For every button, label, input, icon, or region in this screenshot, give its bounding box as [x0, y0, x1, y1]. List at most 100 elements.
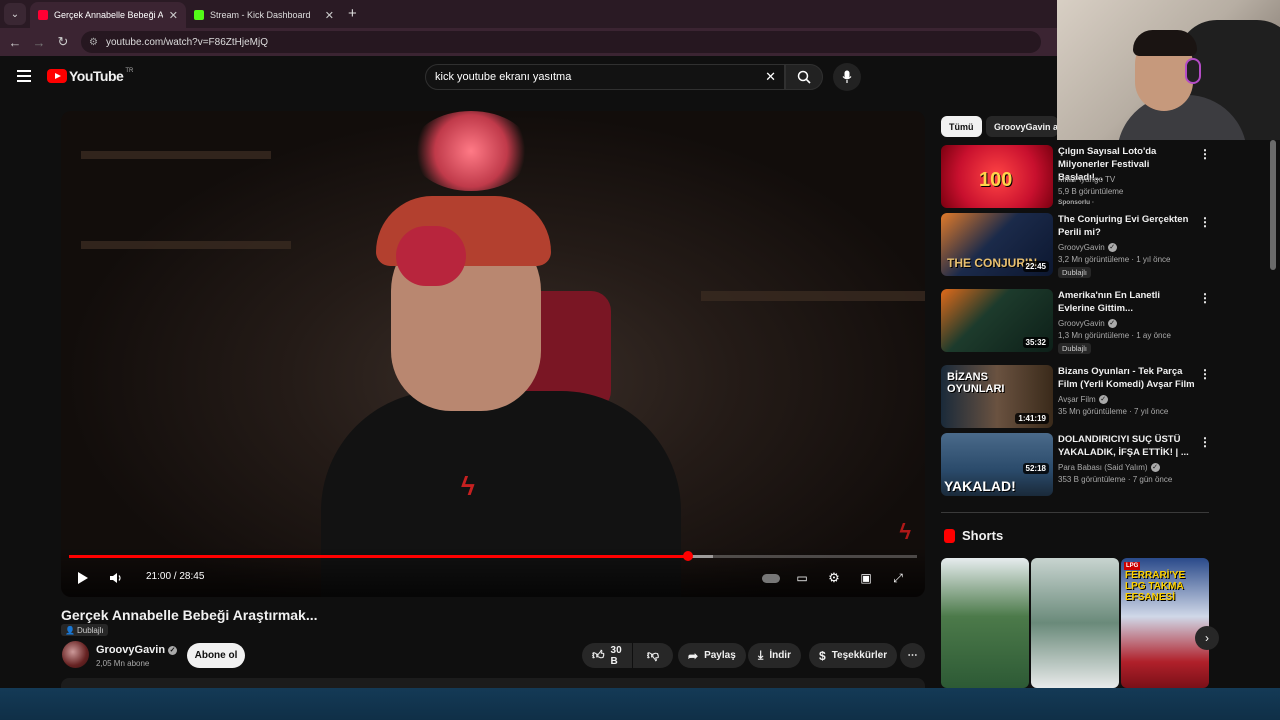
browser-tab-strip: ⌄ Gerçek Annabelle Bebeği Araştı ✕ Strea…: [0, 0, 1057, 28]
video-thumbnail[interactable]: THE CONJURIN 22:45: [941, 213, 1053, 276]
recommendation-channel: Avşar Film: [1058, 395, 1096, 404]
autoplay-toggle[interactable]: [761, 569, 781, 587]
dubbed-badge: Dublajlı: [1058, 267, 1092, 278]
mute-button[interactable]: [107, 569, 125, 587]
more-vertical-icon[interactable]: ⋮: [1199, 435, 1211, 449]
tab-kick-dashboard[interactable]: Stream - Kick Dashboard ✕: [186, 2, 342, 28]
video-player[interactable]: ϟ ϟ 21:00 / 28:45 ▭ ⚙ ▣ ⤢: [61, 111, 925, 597]
captions-icon: ▭: [796, 571, 808, 585]
more-vertical-icon[interactable]: ⋮: [1199, 215, 1211, 229]
kick-favicon-icon: [194, 10, 204, 20]
fullscreen-icon: ⤢: [893, 570, 903, 585]
verified-icon: ✓: [1107, 319, 1117, 329]
scrollbar-thumb[interactable]: [1270, 140, 1276, 270]
video-title: Gerçek Annabelle Bebeği Araştırmak...: [61, 607, 318, 623]
scene-sleep-mask: [396, 226, 466, 286]
settings-button[interactable]: ⚙: [825, 569, 843, 587]
recommendation-channel: GroovyGavin: [1058, 243, 1105, 252]
time-display: 21:00 / 28:45: [146, 571, 205, 582]
section-divider: [941, 512, 1209, 513]
sponsored-label: Sponsorlu ·: [1058, 199, 1095, 206]
recommendation-channel: GroovyGavin: [1058, 319, 1105, 328]
shorts-title: Shorts: [962, 528, 1004, 543]
progress-scrubber[interactable]: [683, 551, 694, 561]
tab-search-button[interactable]: ⌄: [4, 3, 26, 25]
scene-lamp: [411, 111, 531, 191]
close-tab-icon[interactable]: ✕: [325, 9, 334, 22]
chip-channel[interactable]: GroovyGavin ad: [986, 116, 1058, 137]
recommendation-item[interactable]: THE CONJURIN 22:45 The Conjuring Evi Ger…: [941, 213, 1221, 279]
recommendation-title: The Conjuring Evi Gerçekten Perili mi?: [1058, 214, 1189, 238]
chip-all[interactable]: Tümü: [941, 116, 982, 137]
short-caption: FERRARİ'YE LPG TAKMA EFSANESİ: [1125, 570, 1186, 603]
thumbnail-caption: YAKALAD!: [944, 478, 1016, 494]
os-taskbar: [0, 688, 1280, 720]
thanks-label: Teşekkürler: [831, 650, 888, 661]
subtitles-button[interactable]: ▭: [793, 569, 811, 587]
youtube-play-icon: [47, 69, 67, 83]
player-controls: 21:00 / 28:45 ▭ ⚙ ▣ ⤢: [61, 547, 925, 597]
video-thumbnail[interactable]: 35:32: [941, 289, 1053, 352]
voice-search-button[interactable]: [833, 63, 861, 91]
recommendation-meta: 5,9 B görüntüleme: [1058, 187, 1124, 196]
recommendation-title: DOLANDIRICIYI SUÇ ÜSTÜ YAKALADIK, İFŞA E…: [1058, 434, 1189, 458]
next-shorts-button[interactable]: ›: [1195, 626, 1219, 650]
progress-bar[interactable]: [69, 551, 917, 561]
recommendation-item[interactable]: 35:32 Amerika'nın En Lanetli Evlerine Gi…: [941, 289, 1221, 355]
recommendation-item[interactable]: YAKALAD! 52:18 DOLANDIRICIYI SUÇ ÜSTÜ YA…: [941, 433, 1221, 499]
video-thumbnail[interactable]: YAKALAD! 52:18: [941, 433, 1053, 496]
verified-icon: ✓: [1150, 463, 1160, 473]
reload-icon[interactable]: ↻: [51, 34, 75, 50]
clear-search-icon[interactable]: ✕: [765, 69, 776, 85]
more-vertical-icon[interactable]: ⋮: [1199, 291, 1211, 305]
search-button[interactable]: [785, 64, 823, 90]
recommendation-item[interactable]: BİZANS OYUNLARI 1:41:19 Bizans Oyunları …: [941, 365, 1221, 431]
video-thumbnail[interactable]: 100: [941, 145, 1053, 208]
back-arrow-icon[interactable]: ←: [3, 35, 27, 50]
scene-shelf: [81, 151, 271, 159]
short-item[interactable]: LPG FERRARİ'YE LPG TAKMA EFSANESİ: [1121, 558, 1209, 688]
recommendation-meta: 35 Mn görüntüleme · 7 yıl önce: [1058, 407, 1169, 416]
site-settings-icon[interactable]: ⚙: [89, 37, 98, 48]
share-button[interactable]: ➦ Paylaş: [678, 643, 746, 668]
youtube-logo[interactable]: YouTube TR: [47, 68, 133, 84]
thanks-button[interactable]: $ Teşekkürler: [809, 643, 898, 668]
url-text: youtube.com/watch?v=F86ZtHjeMjQ: [105, 36, 268, 48]
toggle-icon: [762, 573, 780, 583]
search-input[interactable]: kick youtube ekranı yasıtma ✕: [425, 64, 785, 90]
super-thanks-icon: $: [819, 648, 826, 663]
download-button[interactable]: ⤓ İndir: [748, 643, 801, 668]
dub-label: Dublajlı: [76, 625, 104, 635]
url-field[interactable]: ⚙ youtube.com/watch?v=F86ZtHjeMjQ: [81, 31, 1041, 53]
like-button[interactable]: 👍︎ 30 B: [582, 643, 632, 668]
new-tab-icon[interactable]: +: [348, 5, 357, 22]
address-toolbar: ← → ↻ ⚙ youtube.com/watch?v=F86ZtHjeMjQ: [0, 28, 1057, 56]
subscribe-button[interactable]: Abone ol: [187, 643, 245, 668]
short-item[interactable]: [1031, 558, 1119, 688]
video-thumbnail[interactable]: BİZANS OYUNLARI 1:41:19: [941, 365, 1053, 428]
more-actions-button[interactable]: ⋯: [900, 643, 925, 668]
video-duration: 35:32: [1022, 337, 1049, 348]
recommendation-item[interactable]: 100 Çılgın Sayısal Loto'da Milyonerler F…: [941, 145, 1221, 211]
dub-label: Dublajlı: [1062, 268, 1088, 277]
play-button[interactable]: [75, 569, 91, 587]
more-vertical-icon[interactable]: ⋮: [1199, 367, 1211, 381]
tab-youtube[interactable]: Gerçek Annabelle Bebeği Araştı ✕: [30, 2, 186, 28]
more-vertical-icon[interactable]: ⋮: [1199, 147, 1211, 161]
dislike-button[interactable]: 👎︎: [633, 643, 673, 668]
forward-arrow-icon[interactable]: →: [27, 35, 51, 50]
close-tab-icon[interactable]: ✕: [169, 9, 178, 22]
recommendation-channel-row: GroovyGavin ✓: [1058, 319, 1117, 329]
fullscreen-button[interactable]: ⤢: [889, 569, 907, 587]
short-item[interactable]: [941, 558, 1029, 688]
recommendation-title: Bizans Oyunları - Tek Parça Film (Yerli …: [1058, 366, 1195, 390]
channel-avatar[interactable]: [62, 641, 89, 668]
youtube-favicon-icon: [38, 10, 48, 20]
channel-watermark-icon[interactable]: ϟ: [899, 519, 911, 545]
channel-name-row[interactable]: GroovyGavin ✓: [96, 644, 178, 656]
share-icon: ➦: [688, 648, 699, 663]
webcam-overlay: [1057, 0, 1280, 140]
menu-icon[interactable]: [17, 70, 31, 85]
shorts-header: Shorts: [944, 528, 1003, 543]
miniplayer-button[interactable]: ▣: [857, 569, 875, 587]
